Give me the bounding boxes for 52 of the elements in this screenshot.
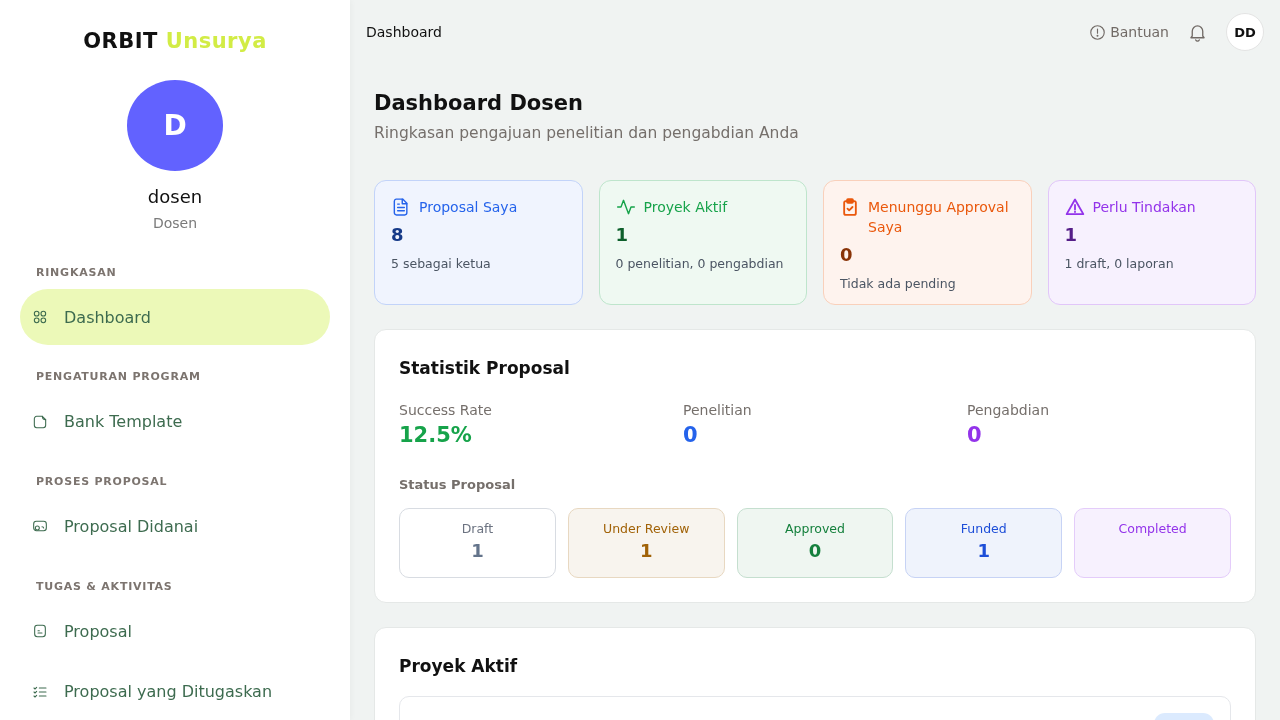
metric-value: 0: [967, 422, 983, 449]
status-heading: Status Proposal: [399, 476, 517, 494]
help-button[interactable]: Bantuan: [1089, 23, 1169, 41]
grid-icon: [32, 309, 48, 325]
card-value: 8: [391, 223, 405, 247]
status-count: 1: [638, 539, 654, 563]
card-value: 0: [840, 243, 854, 267]
panel-title: Statistik Proposal: [399, 357, 571, 380]
status-label: Approved: [784, 521, 846, 537]
card-note: 1 draft, 0 laporan: [1064, 255, 1175, 273]
user-name: dosen: [147, 184, 203, 209]
page-title: Dashboard Dosen: [374, 90, 584, 117]
metric-value: 12.5%: [399, 422, 473, 449]
user-role: Dosen: [152, 213, 198, 233]
section-heading: RINGKASAN: [36, 264, 117, 281]
avatar: D: [127, 80, 223, 171]
metric-label: Pengabdian: [967, 401, 1050, 420]
nav-item[interactable]: Proposal: [20, 602, 330, 660]
user-avatar[interactable]: DD: [1226, 13, 1264, 51]
card-title: Menunggu Approval Saya: [868, 198, 1010, 237]
panel-title: Proyek Aktif: [399, 655, 519, 678]
status-count: 1: [976, 539, 992, 563]
metric-label: Penelitian: [683, 401, 753, 420]
nav-item[interactable]: Bank Template: [20, 393, 330, 450]
card-value: 1: [1064, 223, 1079, 247]
status-label: Under Review: [602, 521, 691, 537]
metric-value: 0: [683, 422, 699, 449]
card-note: Tidak ada pending: [840, 275, 957, 293]
status-label: Completed: [1117, 521, 1188, 537]
status-label: Draft: [460, 521, 495, 537]
note-icon: [32, 413, 48, 430]
app-logo: ORBIT Unsurya: [83, 28, 267, 55]
card-note: 5 sebagai ketua: [391, 255, 492, 273]
info-icon: [1089, 23, 1107, 41]
card-value: 1: [615, 223, 630, 247]
section-heading: PENGATURAN PROGRAM: [36, 369, 201, 386]
card-title: Proyek Aktif: [643, 198, 728, 217]
status-count: 1: [470, 539, 485, 563]
nav-item[interactable]: Proposal Didanai: [20, 498, 330, 555]
nav-item[interactable]: Dashboard: [20, 288, 330, 346]
document-icon: [32, 623, 48, 639]
status-label: Funded: [959, 521, 1008, 537]
card-title: Perlu Tindakan: [1092, 198, 1196, 217]
section-heading: TUGAS & AKTIVITAS: [36, 578, 173, 595]
page-subtitle: Ringkasan pengajuan penelitian dan pengabdian Anda: [374, 123, 800, 144]
card-title: Proposal Saya: [419, 198, 518, 217]
section-heading: PROSES PROPOSAL: [36, 474, 168, 490]
status-count: 0: [807, 539, 823, 563]
nav-item[interactable]: Proposal yang Ditugaskan: [20, 663, 330, 720]
metric-label: Success Rate: [399, 401, 493, 420]
card-note: 0 penelitian, 0 pengabdian: [615, 255, 785, 273]
breadcrumb: Dashboard: [366, 24, 442, 40]
